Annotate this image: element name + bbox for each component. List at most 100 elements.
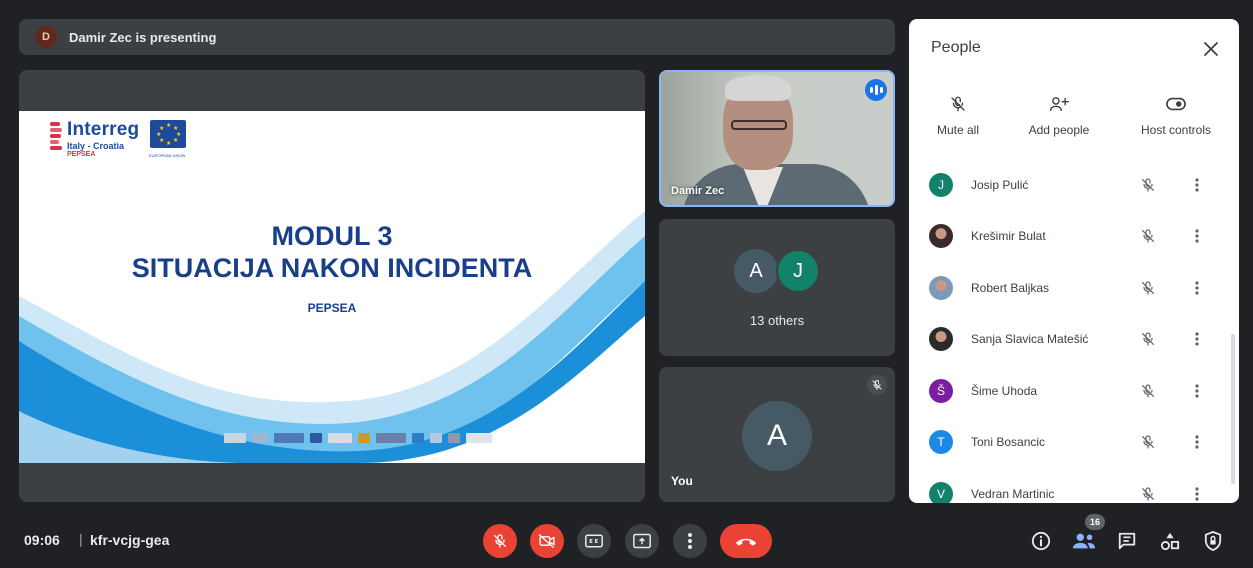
presenter-name-label: Damir Zec xyxy=(671,185,725,197)
more-vert-icon[interactable] xyxy=(1191,485,1203,503)
eu-flag-icon: ★ ★ ★ ★ ★ ★ ★ ★ xyxy=(150,120,186,148)
mic-off-icon[interactable] xyxy=(1139,227,1157,245)
logo-sub-text: Italy - Croatia xyxy=(67,141,125,151)
time-separator: | xyxy=(79,531,83,547)
participant-name: Krešimir Bulat xyxy=(971,229,1046,244)
slide-title-line2: SITUACIJA NAKON INCIDENTA xyxy=(131,253,533,283)
logo-bars xyxy=(50,122,62,156)
mic-off-icon[interactable] xyxy=(1139,485,1157,503)
interreg-logo: Interreg Italy - Croatia PEPSEA ★ ★ ★ ★ ★ ★ … xyxy=(50,118,230,164)
participant-name: Robert Baljkas xyxy=(971,280,1050,295)
others-tile[interactable]: A J 13 others xyxy=(659,219,895,356)
mic-off-icon[interactable] xyxy=(1139,279,1157,297)
people-panel-title: People xyxy=(931,39,981,56)
others-count-label: 13 others xyxy=(749,313,805,328)
more-vert-icon[interactable] xyxy=(1191,382,1203,400)
participant-avatar: J xyxy=(929,172,953,197)
add-people-button[interactable]: Add people xyxy=(1021,93,1097,137)
participant-row[interactable]: Krešimir Bulat xyxy=(909,211,1239,263)
more-vert-icon[interactable] xyxy=(1191,433,1203,451)
logo-brand-text: Interreg xyxy=(67,119,140,140)
microphone-toggle-button[interactable] xyxy=(483,524,517,558)
people-actions: Mute all Add people Host controls xyxy=(909,93,1239,143)
mute-all-button[interactable]: Mute all xyxy=(935,93,981,137)
people-panel: People Mute all Add people Host controls… xyxy=(909,19,1239,503)
bottom-control-bar: 09:06 | kfr-vcjg-gea 16 xyxy=(0,514,1253,568)
show-everyone-button[interactable] xyxy=(1071,528,1097,554)
participant-name: Sanja Slavica Matešić xyxy=(971,332,1089,347)
participant-row[interactable]: Robert Baljkas xyxy=(909,262,1239,314)
participant-row[interactable]: T Toni Bosancic xyxy=(909,417,1239,469)
speaking-indicator-icon xyxy=(865,79,887,101)
others-avatar-j: J xyxy=(776,249,820,293)
participant-avatar: Š xyxy=(929,378,953,403)
participant-avatar xyxy=(929,224,953,249)
captions-button[interactable] xyxy=(577,524,611,558)
people-count-badge: 16 xyxy=(1085,514,1105,530)
participant-avatar xyxy=(929,327,953,352)
presenter-glasses xyxy=(731,120,787,130)
meeting-time: 09:06 xyxy=(24,532,60,548)
mic-off-icon[interactable] xyxy=(1139,382,1157,400)
participant-list: J Josip Pulić Krešimir Bulat Robert Baljkas… xyxy=(909,159,1239,503)
more-vert-icon[interactable] xyxy=(1191,227,1203,245)
hang-up-icon xyxy=(735,538,757,546)
self-label: You xyxy=(671,474,693,488)
people-icon xyxy=(1072,533,1096,549)
more-vert-icon[interactable] xyxy=(1191,176,1203,194)
meeting-code: kfr-vcjg-gea xyxy=(90,532,170,548)
present-screen-icon xyxy=(633,533,651,549)
participant-row[interactable]: J Josip Pulić xyxy=(909,159,1239,211)
self-avatar: A xyxy=(742,401,812,471)
mic-off-icon[interactable] xyxy=(1139,433,1157,451)
mic-off-icon[interactable] xyxy=(1139,330,1157,348)
participant-avatar: V xyxy=(929,481,953,503)
others-avatar-a: A xyxy=(734,249,778,293)
participant-name: Vedran Martinic xyxy=(971,486,1055,501)
host-controls-bar-button[interactable] xyxy=(1200,528,1226,554)
participant-name: Josip Pulić xyxy=(971,177,1029,192)
chat-button[interactable] xyxy=(1114,528,1140,554)
close-icon[interactable] xyxy=(1199,37,1223,61)
chat-icon xyxy=(1118,532,1136,550)
presentation-tile[interactable]: Interreg Italy - Croatia PEPSEA ★ ★ ★ ★ ★ ★ … xyxy=(19,70,645,502)
camera-off-icon xyxy=(538,534,555,548)
add-people-label: Add people xyxy=(1028,123,1090,137)
panel-scrollbar[interactable] xyxy=(1231,334,1235,484)
host-controls-button[interactable]: Host controls xyxy=(1134,93,1218,137)
partner-logos xyxy=(224,433,492,443)
mic-off-icon[interactable] xyxy=(1139,176,1157,194)
captions-icon xyxy=(585,534,603,548)
slide-subtitle: PEPSEA xyxy=(307,301,357,315)
leave-call-button[interactable] xyxy=(720,524,772,558)
meeting-details-button[interactable] xyxy=(1028,528,1054,554)
presenter-hair xyxy=(725,75,791,101)
more-vert-icon[interactable] xyxy=(1191,279,1203,297)
mic-off-icon xyxy=(494,534,506,548)
participant-row[interactable]: V Vedran Martinic xyxy=(909,468,1239,503)
camera-toggle-button[interactable] xyxy=(530,524,564,558)
participant-name: Šime Uhoda xyxy=(971,383,1038,398)
shield-lock-icon xyxy=(1204,531,1222,551)
participant-row[interactable]: Sanja Slavica Matešić xyxy=(909,314,1239,366)
toggle-icon xyxy=(1134,93,1218,115)
more-vert-icon xyxy=(688,533,692,549)
mic-off-icon xyxy=(935,93,981,115)
more-options-button[interactable] xyxy=(673,524,707,558)
participant-avatar: T xyxy=(929,430,953,455)
self-tile[interactable]: A You xyxy=(659,367,895,502)
presenting-banner: D Damir Zec is presenting xyxy=(19,19,895,55)
presenter-video-tile[interactable]: Damir Zec xyxy=(659,70,895,207)
participant-name: Toni Bosancic xyxy=(971,435,1046,450)
others-avatars: A J xyxy=(734,249,820,293)
more-vert-icon[interactable] xyxy=(1191,330,1203,348)
info-icon xyxy=(1031,531,1051,551)
add-person-icon xyxy=(1021,93,1097,115)
logo-project-text: PEPSEA xyxy=(67,151,96,158)
slide-title-line1: MODUL 3 xyxy=(271,221,393,251)
participant-row[interactable]: Š Šime Uhoda xyxy=(909,365,1239,417)
presentation-slide: Interreg Italy - Croatia PEPSEA ★ ★ ★ ★ ★ ★ … xyxy=(19,111,645,463)
meet-window: D Damir Zec is presenting Interreg Italy… xyxy=(0,0,1253,568)
activities-button[interactable] xyxy=(1157,528,1183,554)
present-now-button[interactable] xyxy=(625,524,659,558)
